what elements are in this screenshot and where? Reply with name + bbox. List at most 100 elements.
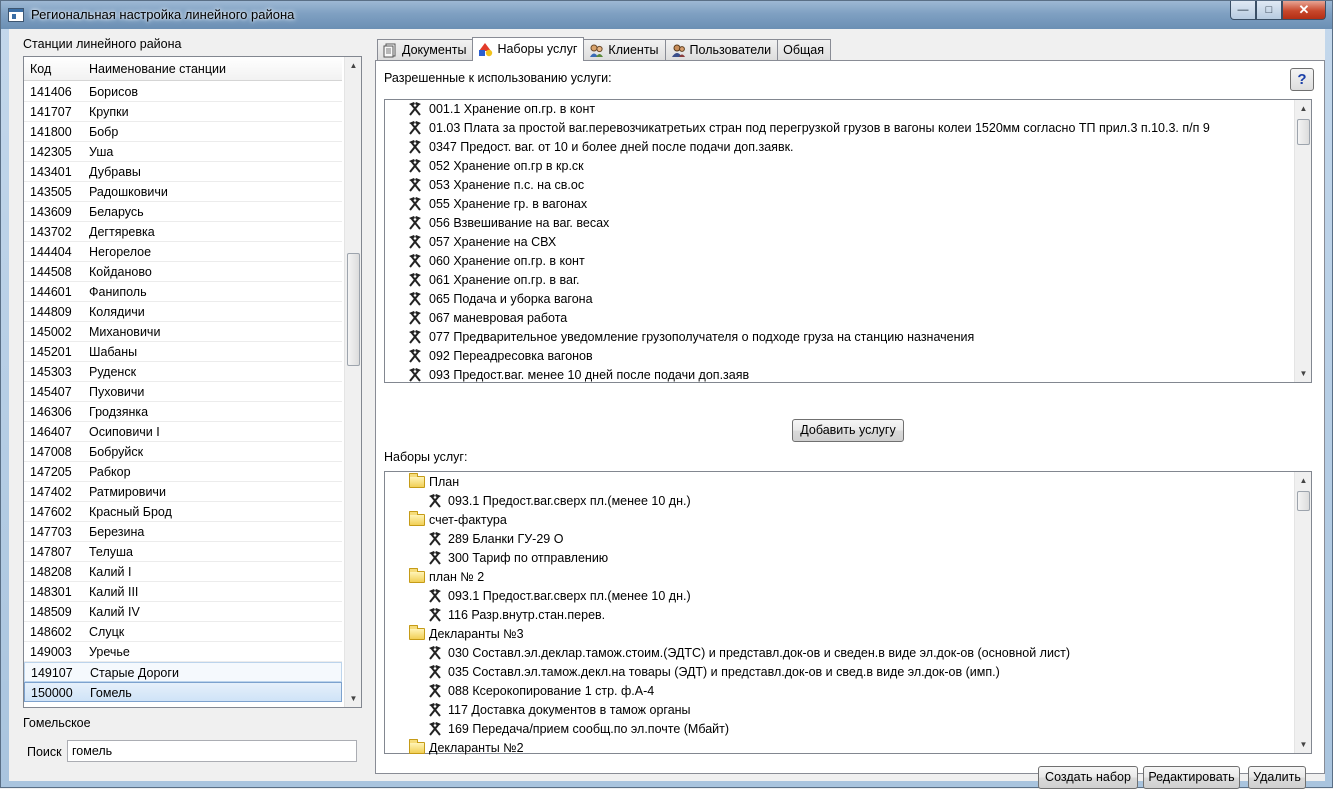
station-row[interactable]: 146306 Гродзянка	[24, 402, 342, 422]
station-row[interactable]: 143702 Дегтяревка	[24, 222, 342, 242]
station-row[interactable]: 143401 Дубравы	[24, 162, 342, 182]
service-set-folder[interactable]: Декларанты №2	[385, 739, 1295, 758]
service-set-service[interactable]: 093.1 Предост.ваг.сверх пл.(менее 10 дн.…	[385, 492, 1295, 511]
station-row[interactable]: 150000 Гомель	[24, 682, 342, 702]
tab-clients[interactable]: Клиенты	[583, 39, 666, 61]
allowed-service-item[interactable]: 052 Хранение оп.гр в кр.ск	[385, 157, 1295, 176]
stations-list[interactable]: Код Наименование станции 141406 Борисов 14…	[23, 56, 362, 708]
edit-set-button[interactable]: Редактировать	[1143, 766, 1240, 789]
tab-service-sets[interactable]: Наборы услуг	[472, 37, 585, 61]
add-service-button[interactable]: Добавить услугу	[792, 419, 904, 442]
search-input[interactable]: гомель	[67, 740, 357, 762]
station-name: Уша	[89, 145, 114, 159]
allowed-services-scrollbar[interactable]: ▲ ▼	[1294, 100, 1311, 382]
scrollbar-thumb[interactable]	[1297, 491, 1310, 511]
tab-users[interactable]: Пользователи	[664, 39, 779, 61]
station-row[interactable]: 147205 Рабкор	[24, 462, 342, 482]
station-row[interactable]: 144809 Колядичи	[24, 302, 342, 322]
title-bar[interactable]: Региональная настройка линейного района …	[1, 1, 1332, 29]
hammer-icon	[407, 253, 423, 269]
allowed-service-item[interactable]: 0347 Предост. ваг. от 10 и более дней по…	[385, 138, 1295, 157]
allowed-service-item[interactable]: 067 маневровая работа	[385, 309, 1295, 328]
allowed-service-item[interactable]: 061 Хранение оп.гр. в ваг.	[385, 271, 1295, 290]
service-sets-tree[interactable]: План 093.1 Предост.ваг.сверх пл.(менее 10…	[384, 471, 1312, 755]
folder-icon	[409, 473, 425, 488]
allowed-service-item[interactable]: 01.03 Плата за простой ваг.перевозчикатр…	[385, 119, 1295, 138]
scroll-down-arrow-icon[interactable]: ▼	[1295, 736, 1312, 753]
allowed-service-item[interactable]: 093 Предост.ваг. менее 10 дней после под…	[385, 366, 1295, 385]
station-row[interactable]: 141707 Крупки	[24, 102, 342, 122]
station-row[interactable]: 147602 Красный Брод	[24, 502, 342, 522]
station-row[interactable]: 148602 Слуцк	[24, 622, 342, 642]
scroll-down-arrow-icon[interactable]: ▼	[345, 690, 362, 707]
station-name: Михановичи	[89, 325, 161, 339]
station-row[interactable]: 145303 Руденск	[24, 362, 342, 382]
scroll-up-arrow-icon[interactable]: ▲	[1295, 100, 1312, 117]
allowed-service-item[interactable]: 056 Взвешивание на ваг. весах	[385, 214, 1295, 233]
allowed-service-item[interactable]: 092 Переадресовка вагонов	[385, 347, 1295, 366]
maximize-button[interactable]: □	[1256, 1, 1282, 20]
station-row[interactable]: 148208 Калий I	[24, 562, 342, 582]
station-row[interactable]: 147703 Березина	[24, 522, 342, 542]
station-row[interactable]: 147402 Ратмировичи	[24, 482, 342, 502]
scrollbar-thumb[interactable]	[1297, 119, 1310, 145]
service-set-service[interactable]: 093.1 Предост.ваг.сверх пл.(менее 10 дн.…	[385, 587, 1295, 606]
service-set-service[interactable]: 289 Бланки ГУ-29 О	[385, 530, 1295, 549]
station-row[interactable]: 148301 Калий III	[24, 582, 342, 602]
service-set-service[interactable]: 116 Разр.внутр.стан.перев.	[385, 606, 1295, 625]
station-row[interactable]: 145002 Михановичи	[24, 322, 342, 342]
scroll-up-arrow-icon[interactable]: ▲	[345, 57, 362, 74]
stations-scrollbar[interactable]: ▲ ▼	[344, 57, 361, 707]
tab-documents[interactable]: Документы	[377, 39, 474, 61]
folder-icon	[409, 625, 425, 640]
station-row[interactable]: 145407 Пуховичи	[24, 382, 342, 402]
name-column-header[interactable]: Наименование станции	[89, 62, 226, 76]
station-code: 147008	[30, 445, 72, 459]
station-row[interactable]: 144601 Фаниполь	[24, 282, 342, 302]
service-set-folder[interactable]: счет-фактура	[385, 511, 1295, 530]
delete-set-button[interactable]: Удалить	[1248, 766, 1306, 789]
station-name: Березина	[89, 525, 145, 539]
allowed-service-item[interactable]: 055 Хранение гр. в вагонах	[385, 195, 1295, 214]
service-set-folder[interactable]: План	[385, 473, 1295, 492]
service-set-service[interactable]: 169 Передача/прием сообщ.по эл.почте (Мб…	[385, 720, 1295, 739]
service-set-service[interactable]: 088 Ксерокопирование 1 стр. ф.А-4	[385, 682, 1295, 701]
service-set-folder[interactable]: Декларанты №3	[385, 625, 1295, 644]
station-row[interactable]: 149003 Уречье	[24, 642, 342, 662]
station-row[interactable]: 146407 Осиповичи I	[24, 422, 342, 442]
scroll-down-arrow-icon[interactable]: ▼	[1295, 365, 1312, 382]
station-row[interactable]: 142305 Уша	[24, 142, 342, 162]
station-row[interactable]: 141406 Борисов	[24, 82, 342, 102]
allowed-service-item[interactable]: 001.1 Хранение оп.гр. в конт	[385, 100, 1295, 119]
station-row[interactable]: 144508 Койданово	[24, 262, 342, 282]
help-button[interactable]: ?	[1290, 68, 1314, 91]
scroll-up-arrow-icon[interactable]: ▲	[1295, 472, 1312, 489]
station-row[interactable]: 143609 Беларусь	[24, 202, 342, 222]
allowed-service-item[interactable]: 053 Хранение п.с. на св.ос	[385, 176, 1295, 195]
close-button[interactable]: ✕	[1282, 1, 1326, 20]
allowed-service-item[interactable]: 060 Хранение оп.гр. в конт	[385, 252, 1295, 271]
allowed-service-item[interactable]: 065 Подача и уборка вагона	[385, 290, 1295, 309]
tab-general[interactable]: Общая	[777, 39, 832, 61]
station-row[interactable]: 143505 Радошковичи	[24, 182, 342, 202]
service-set-service[interactable]: 035 Составл.эл.тамож.декл.на товары (ЭДТ…	[385, 663, 1295, 682]
station-row[interactable]: 141800 Бобр	[24, 122, 342, 142]
scrollbar-thumb[interactable]	[347, 253, 360, 366]
service-set-service[interactable]: 030 Составл.эл.деклар.тамож.стоим.(ЭДТС)…	[385, 644, 1295, 663]
allowed-service-item[interactable]: 077 Предварительное уведомление грузопол…	[385, 328, 1295, 347]
create-set-button[interactable]: Создать набор	[1038, 766, 1138, 789]
service-set-service[interactable]: 300 Тариф по отправлению	[385, 549, 1295, 568]
allowed-services-list[interactable]: 001.1 Хранение оп.гр. в конт 01.03 Плата …	[384, 99, 1312, 383]
station-row[interactable]: 144404 Негорелое	[24, 242, 342, 262]
allowed-service-item[interactable]: 057 Хранение на СВХ	[385, 233, 1295, 252]
minimize-button[interactable]: —	[1230, 1, 1256, 20]
station-row[interactable]: 148509 Калий IV	[24, 602, 342, 622]
station-row[interactable]: 149107 Старые Дороги	[24, 662, 342, 682]
station-row[interactable]: 147807 Телуша	[24, 542, 342, 562]
service-set-service[interactable]: 117 Доставка документов в тамож органы	[385, 701, 1295, 720]
station-row[interactable]: 145201 Шабаны	[24, 342, 342, 362]
code-column-header[interactable]: Код	[30, 62, 51, 76]
service-sets-scrollbar[interactable]: ▲ ▼	[1294, 472, 1311, 753]
service-set-folder[interactable]: план № 2	[385, 568, 1295, 587]
station-row[interactable]: 147008 Бобруйск	[24, 442, 342, 462]
